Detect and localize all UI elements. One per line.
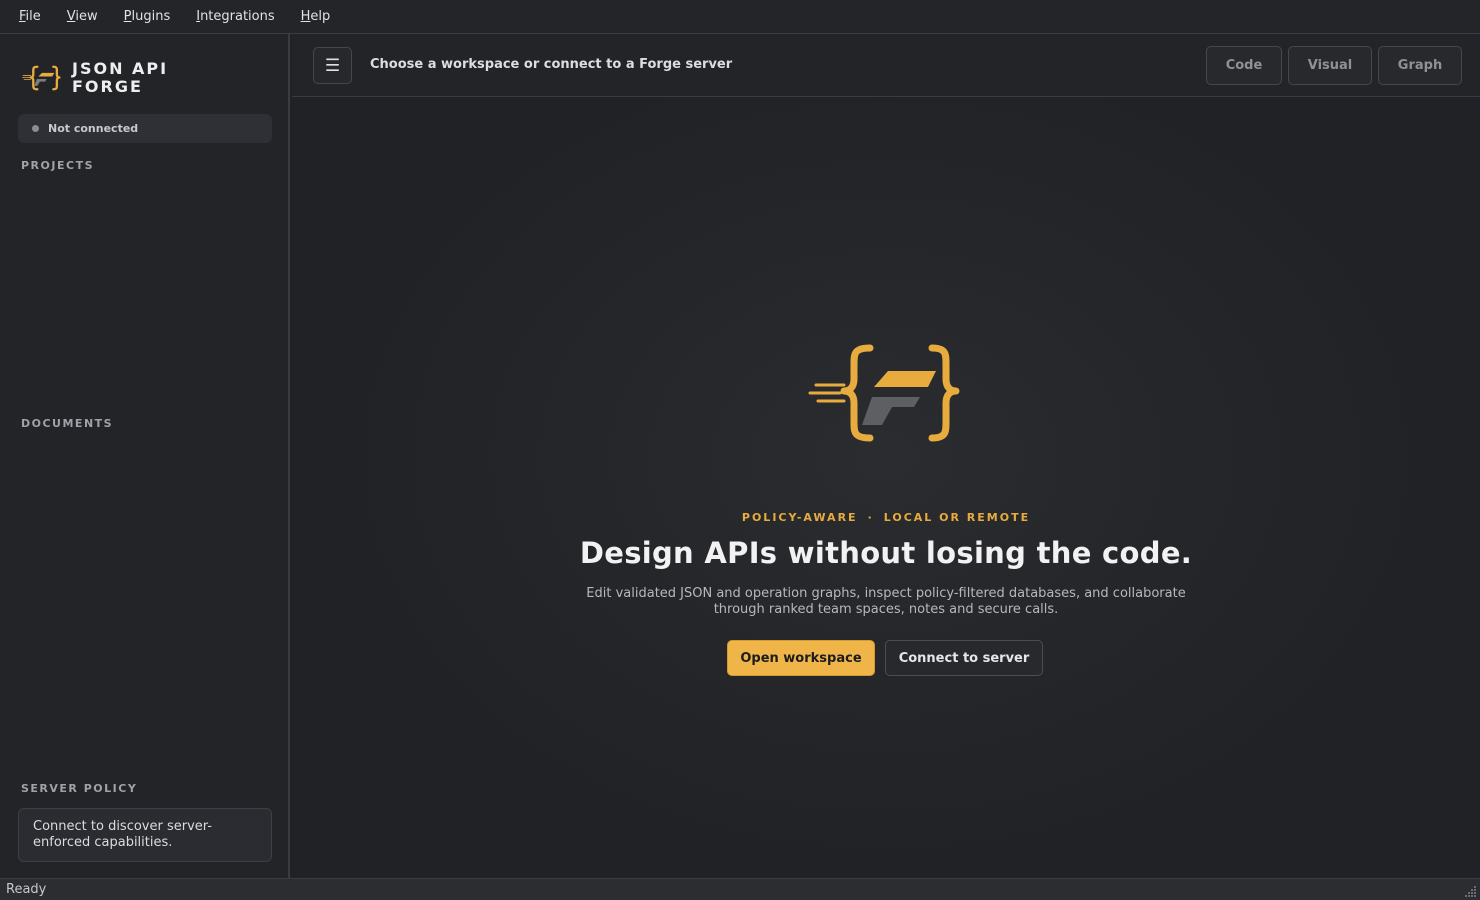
hamburger-icon: ☰	[324, 55, 341, 76]
tab-code[interactable]: Code	[1206, 46, 1282, 85]
hero-subtext: Edit validated JSON and operation graphs…	[586, 586, 1186, 617]
resize-grip-icon[interactable]	[1465, 885, 1477, 897]
documents-section-label: DOCUMENTS	[21, 417, 114, 430]
status-dot-icon	[32, 125, 39, 132]
status-bar: Ready	[0, 878, 1480, 900]
forge-hero-logo-icon	[808, 344, 960, 442]
projects-section-label: PROJECTS	[21, 159, 94, 172]
open-workspace-button[interactable]: Open workspace	[727, 640, 875, 676]
server-policy-label: SERVER POLICY	[21, 782, 138, 795]
connection-status-badge: Not connected	[18, 114, 272, 143]
main-content: POLICY-AWARE · LOCAL OR REMOTE Design APIs…	[292, 97, 1480, 878]
tab-graph[interactable]: Graph	[1378, 46, 1462, 85]
brand-line-1: JSON API	[72, 59, 169, 78]
hamburger-menu-button[interactable]: ☰	[313, 47, 352, 84]
brand-line-2: FORGE	[72, 77, 143, 96]
eyebrow-policy-aware: POLICY-AWARE	[741, 511, 858, 524]
menu-file[interactable]: File	[6, 9, 54, 24]
menu-help[interactable]: Help	[288, 9, 344, 24]
eyebrow-separator: ·	[867, 511, 874, 524]
menu-plugins[interactable]: Plugins	[111, 9, 184, 24]
eyebrow-local-remote: LOCAL OR REMOTE	[883, 511, 1031, 524]
menu-view[interactable]: View	[54, 9, 111, 24]
status-text: Ready	[6, 882, 47, 897]
forge-logo-icon	[22, 65, 61, 91]
brand: JSON API FORGE	[22, 58, 182, 98]
menu-bar: File View Plugins Integrations Help	[0, 0, 1480, 34]
brand-name: JSON API FORGE	[72, 60, 182, 96]
page-title: Choose a workspace or connect to a Forge…	[370, 57, 733, 72]
menu-integrations[interactable]: Integrations	[183, 9, 287, 24]
hero-headline: Design APIs without losing the code.	[579, 536, 1193, 570]
connect-to-server-button[interactable]: Connect to server	[885, 640, 1043, 676]
server-policy-box: Connect to discover server-enforced capa…	[18, 808, 272, 862]
sidebar: JSON API FORGE Not connected PROJECTS DO…	[0, 34, 290, 878]
top-bar: ☰ Choose a workspace or connect to a For…	[292, 34, 1480, 97]
hero-eyebrow: POLICY-AWARE · LOCAL OR REMOTE	[292, 511, 1480, 524]
connection-status-text: Not connected	[48, 122, 139, 135]
tab-visual[interactable]: Visual	[1288, 46, 1372, 85]
